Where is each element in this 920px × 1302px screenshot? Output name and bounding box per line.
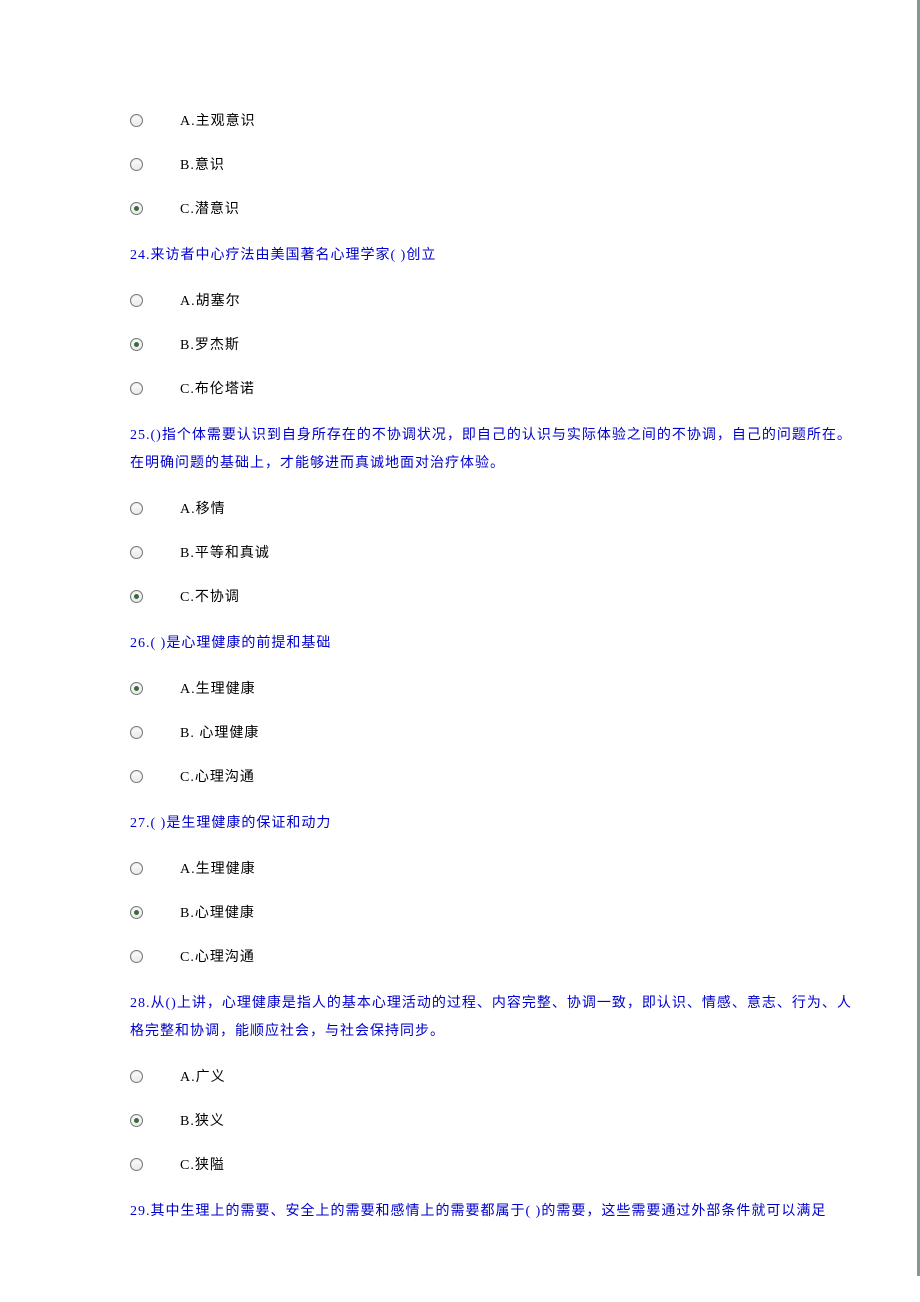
option-label: C.潜意识: [180, 198, 240, 218]
option-label: B.意识: [180, 154, 225, 174]
radio-icon: [130, 862, 143, 875]
radio-icon: [130, 1158, 143, 1171]
option-row[interactable]: C.狭隘: [30, 1154, 887, 1174]
question-text: 28.从()上讲，心理健康是指人的基本心理活动的过程、内容完整、协调一致，即认识…: [30, 990, 887, 1046]
option-row[interactable]: B. 心理健康: [30, 722, 887, 742]
radio-wrap[interactable]: [130, 726, 180, 739]
radio-icon: [130, 114, 143, 127]
radio-icon: [130, 770, 143, 783]
option-label: B.狭义: [180, 1110, 225, 1130]
option-label: C.心理沟通: [180, 766, 255, 786]
radio-icon: [130, 338, 143, 351]
radio-icon: [130, 1070, 143, 1083]
option-label: C.狭隘: [180, 1154, 225, 1174]
option-label: B.罗杰斯: [180, 334, 240, 354]
radio-wrap[interactable]: [130, 682, 180, 695]
radio-icon: [130, 158, 143, 171]
radio-wrap[interactable]: [130, 1070, 180, 1083]
radio-wrap[interactable]: [130, 338, 180, 351]
option-row[interactable]: A.主观意识: [30, 110, 887, 130]
option-label: B. 心理健康: [180, 722, 259, 742]
radio-wrap[interactable]: [130, 158, 180, 171]
radio-wrap[interactable]: [130, 770, 180, 783]
radio-wrap[interactable]: [130, 590, 180, 603]
question-text: 25.()指个体需要认识到自身所存在的不协调状况，即自己的认识与实际体验之间的不…: [30, 422, 887, 478]
option-row[interactable]: C.潜意识: [30, 198, 887, 218]
quiz-content: A.主观意识 B.意识 C.潜意识 24.来访者中心疗法由美国著名心理学家( )…: [0, 0, 920, 1276]
option-row[interactable]: A.生理健康: [30, 858, 887, 878]
option-label: B.心理健康: [180, 902, 255, 922]
radio-icon: [130, 502, 143, 515]
radio-wrap[interactable]: [130, 906, 180, 919]
option-row[interactable]: B.罗杰斯: [30, 334, 887, 354]
radio-icon: [130, 382, 143, 395]
radio-icon: [130, 950, 143, 963]
question-text: 24.来访者中心疗法由美国著名心理学家( )创立: [30, 242, 887, 270]
question-text: 27.( )是生理健康的保证和动力: [30, 810, 887, 838]
option-row[interactable]: C.心理沟通: [30, 946, 887, 966]
option-label: A.生理健康: [180, 858, 256, 878]
radio-icon: [130, 294, 143, 307]
option-label: C.心理沟通: [180, 946, 255, 966]
radio-icon: [130, 202, 143, 215]
radio-wrap[interactable]: [130, 950, 180, 963]
option-label: A.主观意识: [180, 110, 256, 130]
radio-wrap[interactable]: [130, 546, 180, 559]
option-row[interactable]: B.意识: [30, 154, 887, 174]
question-23-options: A.主观意识 B.意识 C.潜意识: [30, 110, 887, 218]
question-text: 26.( )是心理健康的前提和基础: [30, 630, 887, 658]
option-row[interactable]: B.狭义: [30, 1110, 887, 1130]
option-row[interactable]: B.心理健康: [30, 902, 887, 922]
radio-icon: [130, 726, 143, 739]
radio-icon: [130, 546, 143, 559]
radio-wrap[interactable]: [130, 114, 180, 127]
option-label: C.不协调: [180, 586, 240, 606]
radio-wrap[interactable]: [130, 1114, 180, 1127]
option-label: A.广义: [180, 1066, 226, 1086]
option-label: C.布伦塔诺: [180, 378, 255, 398]
option-label: A.胡塞尔: [180, 290, 241, 310]
option-label: A.生理健康: [180, 678, 256, 698]
radio-wrap[interactable]: [130, 1158, 180, 1171]
option-label: B.平等和真诚: [180, 542, 270, 562]
radio-wrap[interactable]: [130, 502, 180, 515]
radio-icon: [130, 1114, 143, 1127]
option-row[interactable]: A.生理健康: [30, 678, 887, 698]
question-text: 29.其中生理上的需要、安全上的需要和感情上的需要都属于( )的需要，这些需要通…: [30, 1198, 887, 1226]
radio-wrap[interactable]: [130, 202, 180, 215]
radio-wrap[interactable]: [130, 862, 180, 875]
option-label: A.移情: [180, 498, 226, 518]
option-row[interactable]: A.胡塞尔: [30, 290, 887, 310]
radio-icon: [130, 906, 143, 919]
radio-wrap[interactable]: [130, 382, 180, 395]
radio-wrap[interactable]: [130, 294, 180, 307]
option-row[interactable]: A.移情: [30, 498, 887, 518]
option-row[interactable]: B.平等和真诚: [30, 542, 887, 562]
option-row[interactable]: A.广义: [30, 1066, 887, 1086]
radio-icon: [130, 682, 143, 695]
option-row[interactable]: C.不协调: [30, 586, 887, 606]
questions-container: 24.来访者中心疗法由美国著名心理学家( )创立 A.胡塞尔 B.罗杰斯 C.布伦塔诺…: [30, 242, 887, 1226]
option-row[interactable]: C.心理沟通: [30, 766, 887, 786]
option-row[interactable]: C.布伦塔诺: [30, 378, 887, 398]
radio-icon: [130, 590, 143, 603]
